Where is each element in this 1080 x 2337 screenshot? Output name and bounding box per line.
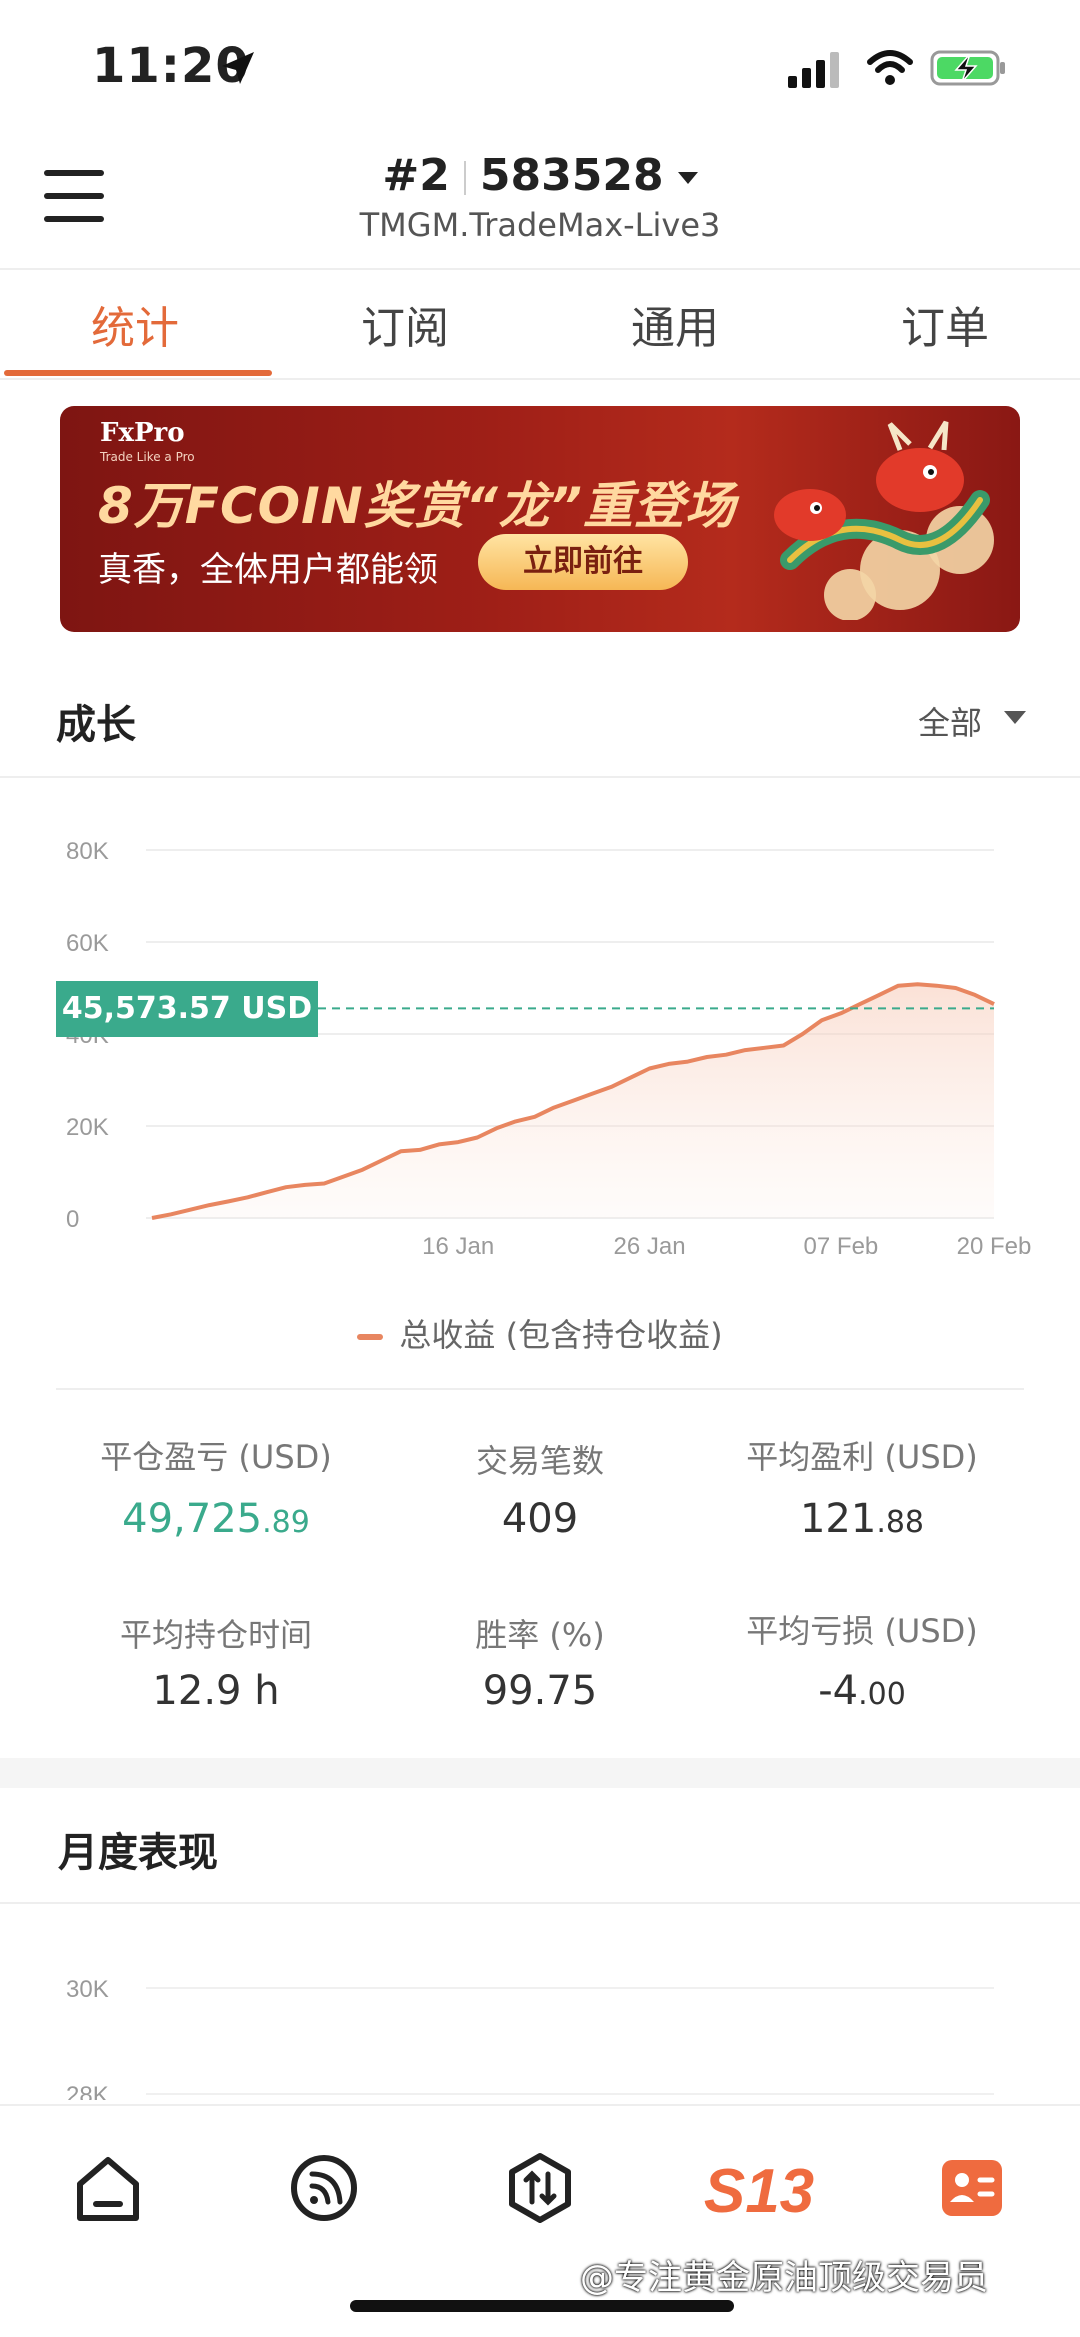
location-arrow-icon [222,52,254,84]
stat-value-avg-hold-time: 12.9 h [152,1668,280,1714]
s13-brand-label: S13 [704,2157,814,2226]
stat-value-win-rate: 99.75 [482,1668,598,1714]
banner-brand-logo: FxPro [100,418,185,448]
x-tick-label: 20 Feb [957,1233,1032,1260]
battery-charging-icon [930,50,1005,86]
monthly-y-tick: 30K [66,1976,109,2003]
stat-value-avg-profit: 121.88 [799,1496,925,1542]
stat-label-trade-count: 交易笔数 [475,1442,604,1480]
account-id: 583528 [479,150,664,201]
cellular-signal-icon [788,52,839,88]
tab-subscribe[interactable]: 订阅 [270,292,540,356]
home-indicator[interactable] [350,2300,734,2312]
x-tick-label: 07 Feb [804,1233,879,1260]
stat-label-avg-hold-time: 平均持仓时间 [119,1616,312,1654]
caret-down-icon [677,172,698,184]
current-value-badge: 45,573.57 USD [56,981,318,1037]
monthly-chart: 30K 28K [66,1976,994,2100]
tab-orders[interactable]: 订单 [810,292,1080,356]
banner-subtitle: 真香，全体用户都能领 [98,550,438,590]
watermark: @专注黄金原油顶级交易员 [580,2258,988,2298]
tab-general[interactable]: 通用 [540,292,810,356]
divider [0,1902,1080,1904]
s13-icon[interactable]: S13 [704,2148,814,2228]
stat-value-closed-pnl: 49,725.89 [122,1496,310,1542]
stat-label-avg-profit: 平均盈利 (USD) [746,1438,978,1476]
banner-cta-button[interactable]: 立即前往 [478,534,688,590]
legend-label: 总收益 (包含持仓收益) [399,1316,723,1354]
tab-active-indicator [4,370,272,376]
divider [0,378,1080,380]
stat-label-win-rate: 胜率 (%) [475,1616,605,1654]
x-tick-label: 16 Jan [422,1233,494,1260]
stat-value-avg-loss: -4.00 [818,1668,906,1714]
divider [463,161,466,195]
account-selector[interactable]: #2 583528 [0,150,1080,201]
banner-headline: 8万FCOIN奖赏“龙”重登场 [98,477,736,535]
dragon-illustration-icon [774,420,994,620]
stat-value-trade-count: 409 [501,1496,579,1542]
wifi-icon [867,50,913,85]
divider [0,268,1080,270]
y-tick-label: 80K [66,838,109,865]
server-name: TMGM.TradeMax-Live3 [359,206,721,244]
growth-section-title: 成长 [56,702,136,748]
caret-down-icon[interactable] [1004,711,1026,724]
y-tick-label: 20K [66,1114,109,1141]
legend-swatch [357,1334,384,1340]
banner-tagline: Trade Like a Pro [100,450,195,464]
trade-icon[interactable] [500,2148,580,2228]
stat-label-avg-loss: 平均亏损 (USD) [746,1612,978,1650]
account-number: #2 [382,150,450,201]
divider [56,1388,1024,1390]
promo-banner[interactable]: FxPro Trade Like a Pro 8万FCOIN奖赏“龙”重登场 真… [60,406,1020,632]
profile-card-icon[interactable] [932,2148,1012,2228]
y-tick-label: 0 [66,1206,79,1233]
home-icon[interactable] [68,2148,148,2228]
chart-legend[interactable]: 总收益 (包含持仓收益) [0,1310,1080,1356]
growth-range-filter[interactable]: 全部 [918,698,982,744]
divider [0,776,1080,778]
feed-icon[interactable] [284,2148,364,2228]
tab-statistics[interactable]: 统计 [0,292,270,356]
x-tick-label: 26 Jan [614,1233,686,1260]
stat-label-closed-pnl: 平仓盈亏 (USD) [100,1438,332,1476]
y-tick-label: 60K [66,930,109,957]
section-gap [0,1758,1080,1788]
monthly-y-tick: 28K [66,2082,109,2100]
monthly-section-title: 月度表现 [58,1830,218,1876]
